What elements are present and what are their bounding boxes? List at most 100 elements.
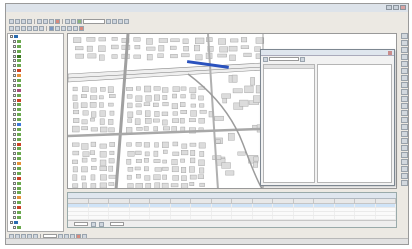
layer-visibility-checkbox[interactable] bbox=[13, 147, 16, 151]
layer-visibility-checkbox[interactable] bbox=[13, 64, 16, 68]
save-icon[interactable] bbox=[21, 19, 26, 24]
maximize-icon[interactable] bbox=[393, 5, 399, 10]
layer-visibility-checkbox[interactable] bbox=[13, 191, 16, 195]
layer-visibility-checkbox[interactable] bbox=[13, 44, 16, 48]
layer-icon[interactable] bbox=[263, 56, 268, 62]
new-document-icon[interactable] bbox=[9, 19, 14, 24]
layer-visibility-checkbox[interactable] bbox=[13, 127, 16, 131]
layer-visibility-checkbox[interactable] bbox=[10, 34, 13, 38]
minimize-icon[interactable] bbox=[386, 5, 392, 10]
rotate-tool-icon[interactable] bbox=[400, 61, 408, 67]
print-icon[interactable] bbox=[27, 19, 32, 24]
layer-visibility-checkbox[interactable] bbox=[13, 211, 16, 214]
table-of-contents-icon[interactable] bbox=[112, 19, 117, 24]
editor-icon[interactable] bbox=[106, 19, 111, 24]
layer-visibility-checkbox[interactable] bbox=[13, 88, 16, 92]
smooth-icon[interactable] bbox=[400, 166, 408, 172]
layer-visibility-checkbox[interactable] bbox=[13, 186, 16, 190]
column-header[interactable] bbox=[355, 199, 376, 203]
layer-visibility-checkbox[interactable] bbox=[13, 69, 16, 73]
layer-visibility-checkbox[interactable] bbox=[13, 108, 16, 112]
layer-visibility-checkbox[interactable] bbox=[13, 113, 16, 117]
layer-visibility-checkbox[interactable] bbox=[13, 93, 16, 97]
add-data-icon[interactable] bbox=[77, 19, 82, 24]
feature-tree[interactable] bbox=[263, 64, 315, 183]
sketch-properties-icon[interactable] bbox=[400, 75, 408, 81]
column-header[interactable] bbox=[68, 199, 89, 203]
layer-visibility-checkbox[interactable] bbox=[13, 171, 16, 175]
generalize-icon[interactable] bbox=[400, 159, 408, 165]
copy-parallel-icon[interactable] bbox=[400, 138, 408, 144]
find-icon[interactable] bbox=[67, 26, 72, 31]
column-header[interactable] bbox=[109, 199, 130, 203]
column-header[interactable] bbox=[150, 199, 171, 203]
layer-visibility-checkbox[interactable] bbox=[13, 54, 16, 58]
open-icon[interactable] bbox=[15, 19, 20, 24]
trim-icon[interactable] bbox=[400, 152, 408, 158]
full-extent-icon[interactable] bbox=[27, 26, 32, 31]
zoom-out-icon[interactable] bbox=[15, 26, 20, 31]
column-header[interactable] bbox=[171, 199, 191, 203]
layer-visibility-checkbox[interactable] bbox=[13, 176, 16, 180]
close-icon[interactable] bbox=[400, 5, 406, 10]
create-features-icon[interactable] bbox=[400, 82, 408, 88]
layer-visibility-checkbox[interactable] bbox=[13, 152, 16, 156]
layer-visibility-checkbox[interactable] bbox=[13, 142, 16, 146]
layer-select[interactable] bbox=[269, 57, 299, 61]
layer-visibility-checkbox[interactable] bbox=[10, 220, 13, 224]
close-icon[interactable] bbox=[388, 51, 392, 55]
back-extent-icon[interactable] bbox=[33, 26, 38, 31]
select-tool-icon[interactable] bbox=[400, 33, 408, 39]
layer-visibility-checkbox[interactable] bbox=[13, 122, 16, 126]
column-header[interactable] bbox=[314, 199, 335, 203]
column-header[interactable] bbox=[130, 199, 150, 203]
edit-vertices-icon[interactable] bbox=[400, 40, 408, 46]
layer-visibility-checkbox[interactable] bbox=[13, 137, 16, 141]
paste-icon[interactable] bbox=[49, 19, 54, 24]
column-header[interactable] bbox=[191, 199, 212, 203]
layer-visibility-checkbox[interactable] bbox=[13, 162, 16, 166]
redo-icon[interactable] bbox=[71, 19, 76, 24]
show-selector[interactable] bbox=[110, 222, 124, 226]
column-header[interactable] bbox=[335, 199, 355, 203]
delete-icon[interactable] bbox=[55, 19, 60, 24]
column-header[interactable] bbox=[273, 199, 294, 203]
buffer-icon[interactable] bbox=[400, 117, 408, 123]
next-record-icon[interactable] bbox=[99, 221, 104, 227]
topology-icon[interactable] bbox=[400, 180, 408, 186]
zoom-in-icon[interactable] bbox=[9, 26, 14, 31]
georeference-icon[interactable] bbox=[400, 173, 408, 179]
layer-visibility-checkbox[interactable] bbox=[13, 215, 16, 219]
column-header[interactable] bbox=[294, 199, 314, 203]
cut-polygons-icon[interactable] bbox=[400, 54, 408, 60]
attributes-icon[interactable] bbox=[400, 68, 408, 74]
pan-icon[interactable] bbox=[21, 26, 26, 31]
column-header[interactable] bbox=[253, 199, 273, 203]
identify-icon[interactable] bbox=[61, 26, 66, 31]
select-features-icon[interactable] bbox=[49, 26, 54, 31]
previous-record-icon[interactable] bbox=[91, 221, 96, 227]
layer-visibility-checkbox[interactable] bbox=[13, 98, 16, 102]
column-header[interactable] bbox=[212, 199, 232, 203]
layer-visibility-checkbox[interactable] bbox=[13, 103, 16, 107]
reshape-icon[interactable] bbox=[400, 47, 408, 53]
column-header[interactable] bbox=[376, 199, 396, 203]
layer-item[interactable] bbox=[8, 225, 63, 230]
split-icon[interactable] bbox=[400, 103, 408, 109]
layer-visibility-checkbox[interactable] bbox=[13, 157, 16, 161]
copy-icon[interactable] bbox=[43, 19, 48, 24]
layer-visibility-checkbox[interactable] bbox=[13, 206, 16, 210]
layer-visibility-checkbox[interactable] bbox=[13, 181, 16, 185]
layer-visibility-checkbox[interactable] bbox=[13, 118, 16, 122]
clip-icon[interactable] bbox=[400, 131, 408, 137]
layer-visibility-checkbox[interactable] bbox=[13, 83, 16, 87]
layer-visibility-checkbox[interactable] bbox=[13, 39, 16, 43]
layer-visibility-checkbox[interactable] bbox=[13, 49, 16, 53]
measure-icon[interactable] bbox=[73, 26, 78, 31]
attributes-window[interactable] bbox=[260, 49, 395, 186]
layer-visibility-checkbox[interactable] bbox=[13, 74, 16, 78]
forward-extent-icon[interactable] bbox=[39, 26, 44, 31]
cut-icon[interactable] bbox=[37, 19, 42, 24]
catalog-icon[interactable] bbox=[118, 19, 123, 24]
layer-visibility-checkbox[interactable] bbox=[13, 201, 16, 205]
